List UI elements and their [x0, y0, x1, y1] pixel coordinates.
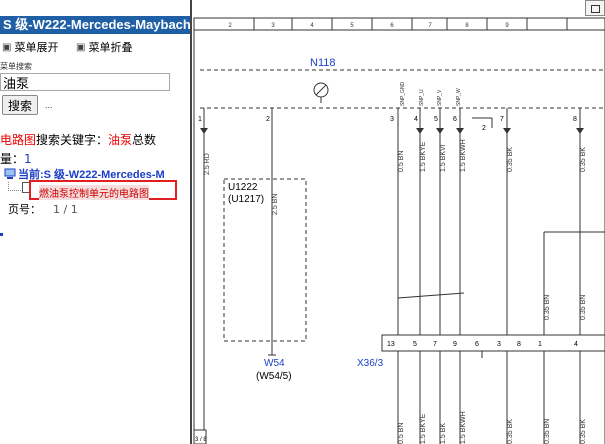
pin-number: 4: [414, 116, 418, 123]
connector-pin: 4: [574, 341, 578, 348]
tree-connector: [8, 182, 23, 191]
pin-number: 6: [453, 116, 457, 123]
connector-pin: 8: [517, 341, 521, 348]
search-button[interactable]: 搜索: [2, 95, 38, 115]
pin-number: 2: [482, 125, 486, 132]
wire-label: 0.35 BN: [580, 295, 587, 320]
pin-tag: SNP_W: [456, 88, 462, 106]
wire-label: 1.5 BKYE: [420, 413, 427, 444]
result-category: 电路图: [0, 133, 37, 147]
pin-number: 8: [573, 116, 577, 123]
pin-tag: SNP_GND: [400, 81, 406, 106]
menu-expand-label: 菜单展开: [14, 42, 59, 54]
result-count: 1: [24, 152, 32, 166]
ruler-label: 4: [310, 23, 314, 29]
ruler-label: 7: [428, 23, 432, 29]
wire-label: 0.35 BK: [580, 419, 587, 444]
search-input[interactable]: [0, 73, 170, 91]
connector-pin: 3: [497, 341, 501, 348]
wire-label: 0.5 BN: [398, 423, 405, 444]
wire-label: 0.35 BK: [507, 147, 514, 172]
module-alt-label: (U1217): [228, 194, 264, 205]
wire-label: 1.5 BK: [440, 423, 447, 444]
module-label: U1222: [228, 182, 258, 193]
connector-label: X36/3: [357, 358, 384, 369]
wire-label: 0.5 BN: [398, 151, 405, 172]
result-item-label: 燃油泵控制单元的电路图: [39, 185, 149, 200]
connector-pin: 5: [413, 341, 417, 348]
menu-expand-button[interactable]: ▣ 菜单展开: [2, 39, 58, 55]
pager: 页号： 1 / 1: [8, 201, 78, 217]
tree-marker: [0, 233, 3, 236]
connector-pin: 6: [475, 341, 479, 348]
navigation-panel: S 级-W222-Mercedes-Maybach S ▣ 菜单展开 ▣ 菜单折…: [0, 0, 190, 444]
ground-alt-label: (W54/5): [256, 371, 292, 382]
ruler-label: 2: [228, 23, 232, 29]
ruler-label: 5: [350, 23, 354, 29]
collapse-icon: ▣: [76, 41, 86, 53]
pin-number: 5: [434, 116, 438, 123]
connector-pin: 13: [387, 341, 395, 348]
wire-label: 2.5 BN: [272, 194, 279, 215]
window-title: S 级-W222-Mercedes-Maybach S: [3, 17, 190, 32]
sensor-symbol-icon: [313, 82, 329, 103]
pin-number: 2: [266, 116, 270, 123]
wire-label: 0.35 BN: [544, 295, 551, 320]
wire-label: 2.5 RD: [204, 153, 211, 175]
circuit-diagram: 2 3 4 5 6 7 8 9 N118 SNP_GND SNP_U SNP_V…: [193, 17, 605, 444]
component-label: N118: [310, 57, 335, 69]
connector-pin: 1: [538, 341, 542, 348]
wire-label: 0.35 BK: [580, 147, 587, 172]
page-value: 1 / 1: [53, 203, 78, 216]
result-summary: 电路图搜索关键字：油泵总数: [0, 131, 156, 148]
result-item-circuit-diagram[interactable]: 燃油泵控制单元的电路图: [29, 180, 177, 200]
ground-label: W54: [264, 358, 285, 369]
ruler-label: 9: [505, 23, 509, 29]
wire-label: 1.5 BKWH: [460, 139, 467, 172]
ruler-label: 6: [390, 23, 394, 29]
pin-number: 1: [198, 116, 202, 123]
search-ellipsis: ...: [45, 100, 53, 110]
result-count-label: 量：: [0, 152, 25, 166]
result-total-label: 总数: [132, 133, 157, 147]
sheet-reference: 3 / 8: [195, 437, 207, 443]
pin-tag: SNP_U: [419, 89, 425, 106]
wire-label: 1.5 BKYE: [420, 141, 427, 172]
result-keyword-label: 搜索关键字：: [36, 133, 109, 147]
ruler-ticks: [253, 18, 568, 30]
result-keyword: 油泵: [108, 133, 133, 147]
page-label: 页号：: [8, 203, 41, 216]
pin-number: 3: [390, 116, 394, 123]
search-label: 菜单搜索: [0, 62, 32, 71]
wire-label: 1.5 BKVI: [440, 144, 447, 172]
connector-pin: 9: [453, 341, 457, 348]
menu-collapse-label: 菜单折叠: [88, 42, 133, 54]
connector-pin: 7: [433, 341, 437, 348]
expand-icon: ▣: [2, 41, 12, 53]
window-title-bar: S 级-W222-Mercedes-Maybach S: [0, 16, 190, 34]
computer-icon: [4, 168, 16, 179]
pin-tag: SNP_V: [437, 89, 443, 106]
result-count-row: 量：1: [0, 150, 32, 167]
wire-label: 0.35 BK: [507, 419, 514, 444]
schematic-viewer[interactable]: 2 3 4 5 6 7 8 9 N118 SNP_GND SNP_U SNP_V…: [192, 0, 605, 444]
wire-label: 0.35 BN: [544, 419, 551, 444]
pin-number: 7: [500, 116, 504, 123]
ruler-label: 3: [271, 23, 275, 29]
wire-label: 1.5 BKWH: [460, 411, 467, 444]
menu-collapse-button[interactable]: ▣ 菜单折叠: [76, 39, 132, 55]
ruler-label: 8: [465, 23, 469, 29]
